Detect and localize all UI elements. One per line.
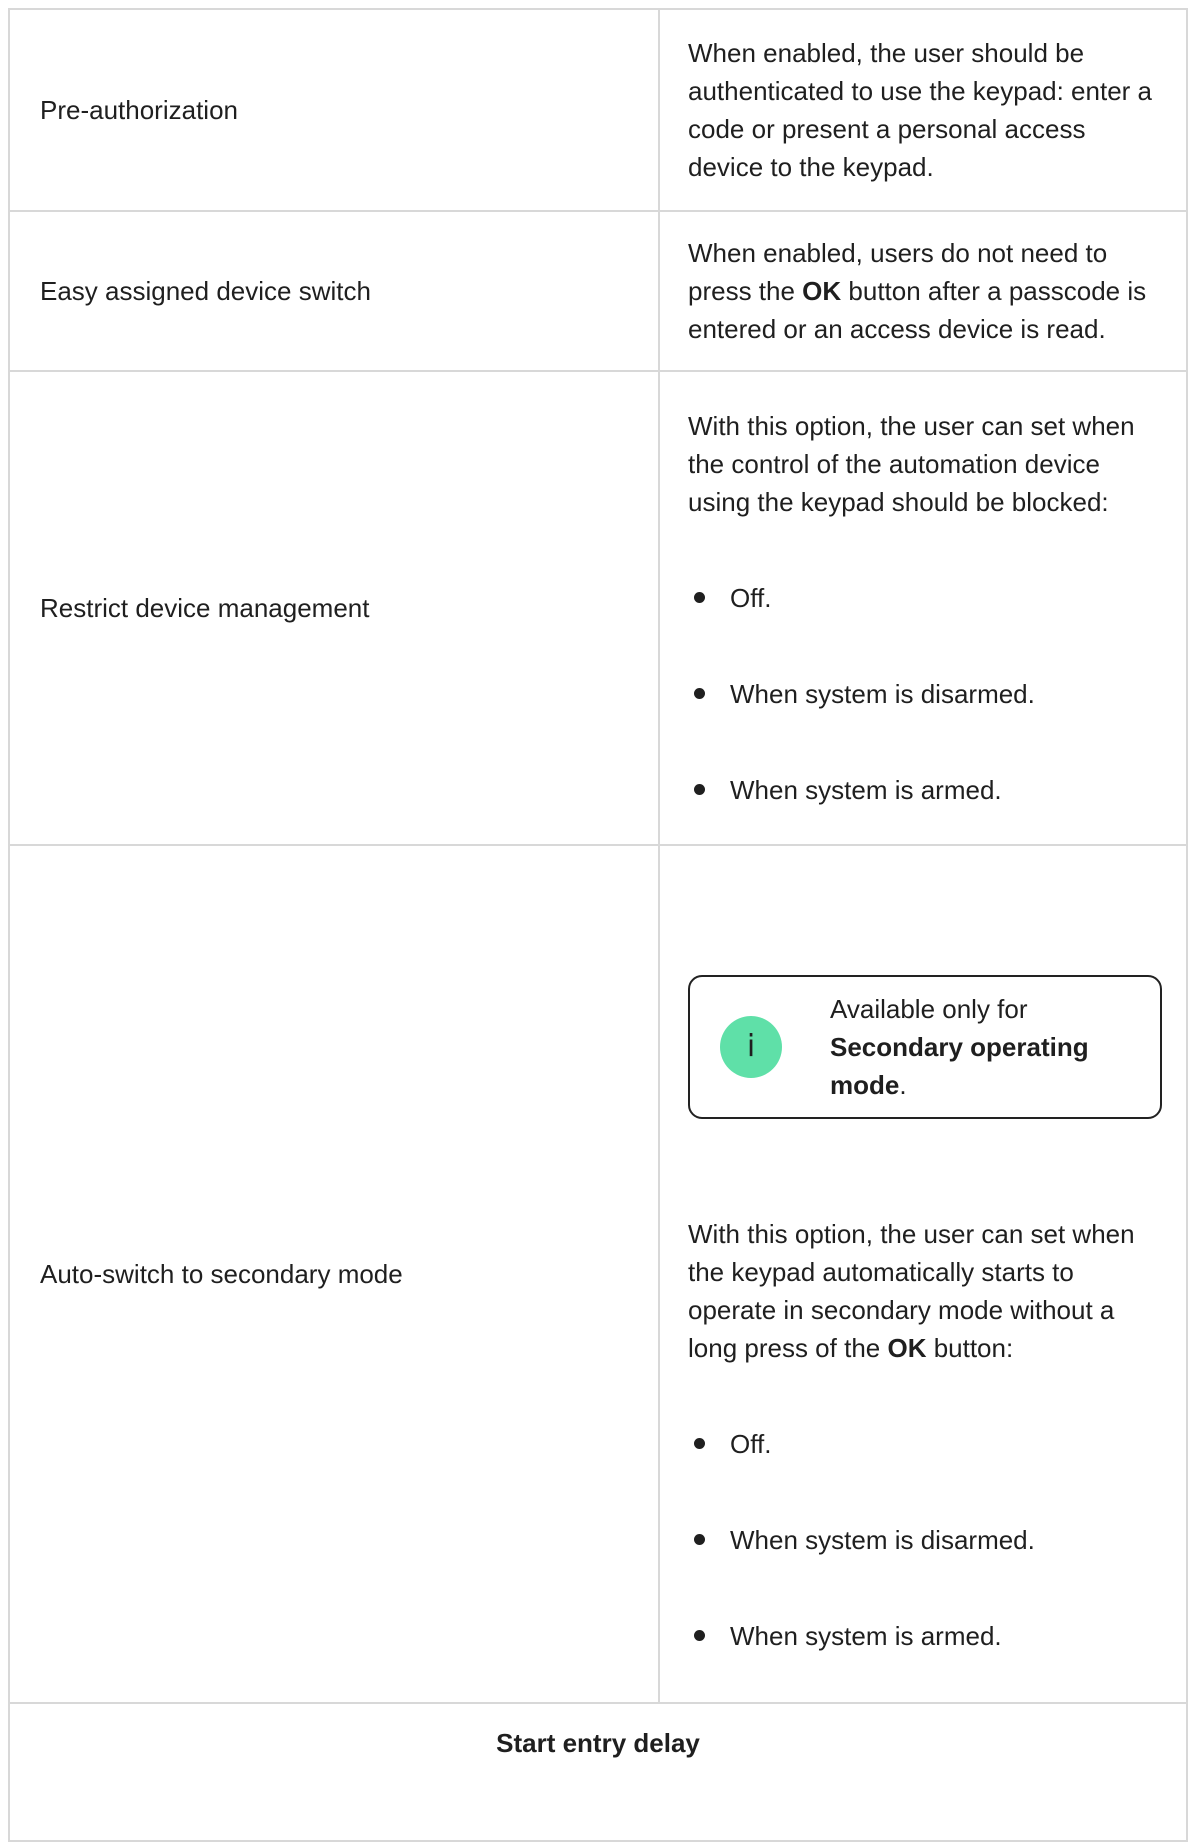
setting-name: Pre-authorization [10, 10, 660, 212]
description-text: With this option, the user can set when … [688, 411, 1135, 517]
table-row: Auto-switch to secondary mode i Availabl… [10, 845, 1186, 1704]
table-row: Pre-authorization When enabled, the user… [10, 10, 1186, 212]
bullet-icon [694, 688, 705, 699]
list-item: Off. [688, 579, 1162, 617]
setting-name: Restrict device management [10, 371, 660, 846]
setting-description: When enabled, users do not need to press… [659, 211, 1186, 372]
ok-button-ref: OK [887, 1333, 927, 1363]
table-row: Restrict device management With this opt… [10, 371, 1186, 846]
ok-button-ref: OK [802, 276, 842, 306]
bullet-icon [694, 1438, 705, 1449]
bullet-icon [694, 1534, 705, 1545]
description-text: With this option, the user can set when … [688, 1219, 1135, 1363]
option-list: Off. When system is disarmed. When syste… [688, 579, 1162, 809]
description-text: When enabled, the user should be authent… [688, 38, 1153, 182]
bullet-icon [694, 592, 705, 603]
section-header-row: Start entry delay [10, 1703, 1186, 1842]
list-item: Off. [688, 1425, 1162, 1463]
bullet-icon [694, 1630, 705, 1641]
settings-table: Pre-authorization When enabled, the user… [8, 8, 1188, 1842]
section-header: Start entry delay [10, 1703, 1186, 1842]
list-item: When system is disarmed. [688, 675, 1162, 713]
info-icon: i [720, 1016, 782, 1078]
bullet-icon [694, 784, 705, 795]
setting-description: With this option, the user can set when … [659, 371, 1186, 846]
description-text: When enabled, users do not need to press… [688, 238, 1147, 344]
setting-name: Easy assigned device switch [10, 211, 660, 372]
note-text: Available only for Secondary operating m… [830, 994, 1089, 1100]
list-item: When system is disarmed. [688, 1521, 1162, 1559]
list-item: When system is armed. [688, 771, 1162, 809]
setting-description: i Available only for Secondary operating… [659, 845, 1186, 1704]
info-note: i Available only for Secondary operating… [688, 975, 1162, 1119]
option-list: Off. When system is disarmed. When syste… [688, 1425, 1162, 1655]
table-row: Easy assigned device switch When enabled… [10, 211, 1186, 372]
setting-description: When enabled, the user should be authent… [659, 10, 1186, 212]
list-item: When system is armed. [688, 1617, 1162, 1655]
setting-name: Auto-switch to secondary mode [10, 845, 660, 1704]
